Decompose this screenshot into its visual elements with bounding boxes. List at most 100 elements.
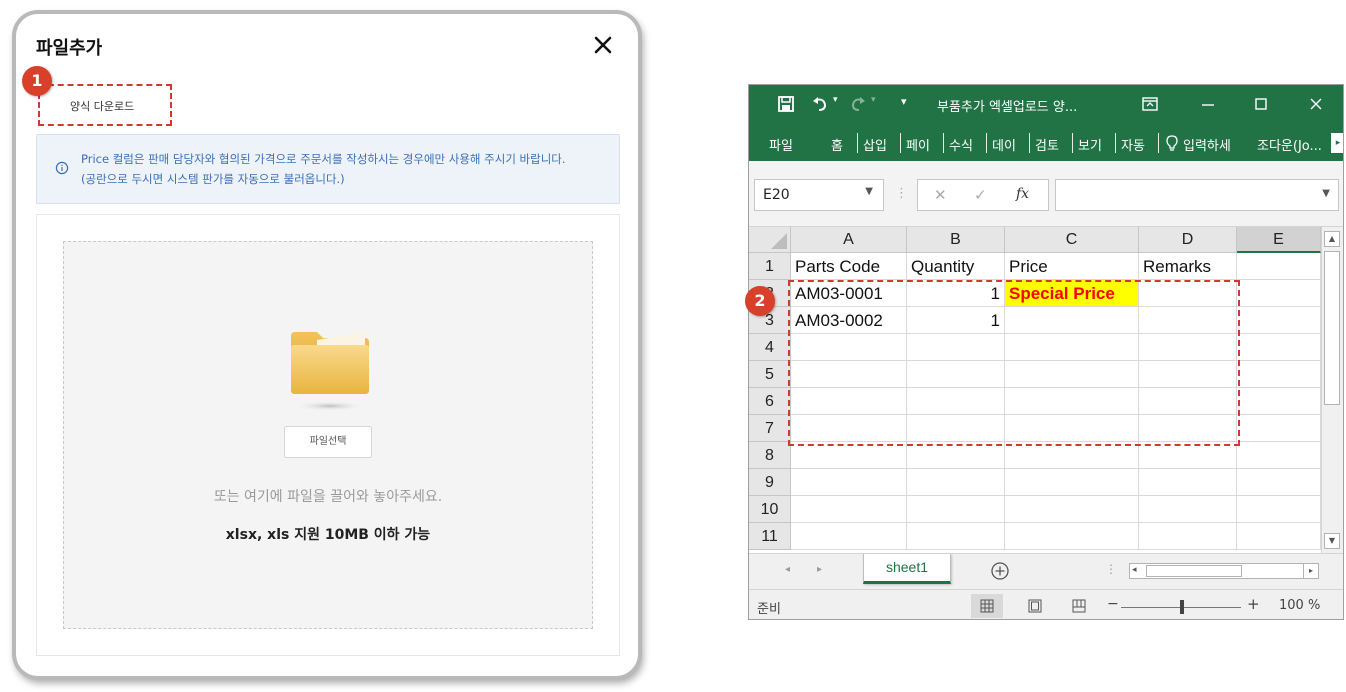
- cell-c9[interactable]: [1005, 469, 1139, 496]
- undo-icon[interactable]: [811, 95, 829, 113]
- cell-d10[interactable]: [1139, 496, 1237, 523]
- vertical-scrollbar[interactable]: ▲ ▼: [1321, 227, 1343, 553]
- cell-c1[interactable]: Price: [1005, 253, 1139, 280]
- row-header[interactable]: 1: [749, 253, 791, 280]
- cell-a9[interactable]: [791, 469, 907, 496]
- cell-b2[interactable]: 1: [907, 280, 1005, 307]
- cell-d9[interactable]: [1139, 469, 1237, 496]
- cell-e10[interactable]: [1237, 496, 1321, 523]
- tab-insert[interactable]: 삽입: [863, 135, 887, 154]
- chevron-down-icon[interactable]: ▼: [1322, 188, 1330, 199]
- scroll-up-icon[interactable]: ▲: [1324, 231, 1340, 247]
- cell-e9[interactable]: [1237, 469, 1321, 496]
- row-header[interactable]: 7: [749, 415, 791, 442]
- cell-a6[interactable]: [791, 388, 907, 415]
- cell-b1[interactable]: Quantity: [907, 253, 1005, 280]
- row-header[interactable]: 4: [749, 334, 791, 361]
- ribbon-scroll-right-icon[interactable]: ▸: [1331, 133, 1343, 153]
- tab-review[interactable]: 검토: [1035, 135, 1059, 154]
- cell-b6[interactable]: [907, 388, 1005, 415]
- cell-d8[interactable]: [1139, 442, 1237, 469]
- cell-c2[interactable]: Special Price: [1005, 280, 1139, 307]
- zoom-out-button[interactable]: −: [1107, 596, 1119, 612]
- redo-icon[interactable]: [849, 95, 867, 113]
- sheet-tab-sheet1[interactable]: sheet1: [863, 554, 951, 584]
- cell-b9[interactable]: [907, 469, 1005, 496]
- drag-handle-icon[interactable]: ⋮: [895, 186, 908, 201]
- cell-e11[interactable]: [1237, 523, 1321, 550]
- spreadsheet-grid[interactable]: A B C D E 1 2 3 4 5 6 7 8 9 10 11 Parts …: [749, 227, 1321, 553]
- zoom-in-button[interactable]: +: [1247, 595, 1260, 613]
- cell-b11[interactable]: [907, 523, 1005, 550]
- cell-c3[interactable]: [1005, 307, 1139, 334]
- select-all-corner[interactable]: [749, 227, 791, 253]
- select-file-button[interactable]: 파일선택: [284, 426, 372, 458]
- zoom-level[interactable]: 100 %: [1279, 598, 1320, 613]
- column-header-b[interactable]: B: [907, 227, 1005, 253]
- save-icon[interactable]: [777, 95, 795, 113]
- cell-a3[interactable]: AM03-0002: [791, 307, 907, 334]
- cell-b5[interactable]: [907, 361, 1005, 388]
- cell-b3[interactable]: 1: [907, 307, 1005, 334]
- row-header[interactable]: 11: [749, 523, 791, 550]
- scroll-right-icon[interactable]: ▸: [1303, 563, 1319, 579]
- undo-dropdown-icon[interactable]: ▾: [833, 95, 838, 105]
- tell-me-search[interactable]: 입력하세: [1183, 135, 1231, 154]
- cell-c6[interactable]: [1005, 388, 1139, 415]
- cell-a8[interactable]: [791, 442, 907, 469]
- cell-e2[interactable]: [1237, 280, 1321, 307]
- window-close-icon[interactable]: [1307, 95, 1325, 113]
- minimize-icon[interactable]: [1199, 95, 1217, 113]
- cell-d7[interactable]: [1139, 415, 1237, 442]
- page-layout-view-button[interactable]: [1019, 594, 1051, 618]
- row-header[interactable]: 9: [749, 469, 791, 496]
- cell-c11[interactable]: [1005, 523, 1139, 550]
- close-button[interactable]: [590, 32, 616, 58]
- sheet-next-icon[interactable]: ▸: [817, 564, 822, 575]
- cell-a11[interactable]: [791, 523, 907, 550]
- tab-home[interactable]: 홈: [831, 135, 843, 154]
- scroll-thumb[interactable]: [1324, 251, 1340, 405]
- cell-e4[interactable]: [1237, 334, 1321, 361]
- column-header-d[interactable]: D: [1139, 227, 1237, 253]
- column-header-e[interactable]: E: [1237, 227, 1321, 253]
- cell-c10[interactable]: [1005, 496, 1139, 523]
- split-handle-icon[interactable]: ⋮: [1105, 562, 1117, 576]
- name-box[interactable]: E20 ▼: [754, 179, 884, 211]
- file-dropzone[interactable]: 파일선택 또는 여기에 파일을 끌어와 놓아주세요. xlsx, xls 지원 …: [63, 241, 593, 629]
- insert-function-button[interactable]: fx: [1016, 186, 1029, 202]
- hscroll-thumb[interactable]: [1146, 565, 1242, 577]
- tab-page-layout[interactable]: 페이: [906, 135, 930, 154]
- cancel-icon[interactable]: ✕: [934, 186, 947, 204]
- ribbon-display-icon[interactable]: [1141, 95, 1159, 113]
- sheet-prev-icon[interactable]: ◂: [785, 564, 790, 575]
- cell-c7[interactable]: [1005, 415, 1139, 442]
- row-header[interactable]: 10: [749, 496, 791, 523]
- cell-d4[interactable]: [1139, 334, 1237, 361]
- cell-d2[interactable]: [1139, 280, 1237, 307]
- cell-c5[interactable]: [1005, 361, 1139, 388]
- template-download-button[interactable]: 양식 다운로드: [38, 84, 172, 126]
- cell-e5[interactable]: [1237, 361, 1321, 388]
- maximize-icon[interactable]: [1252, 95, 1270, 113]
- user-account[interactable]: 조다운(Jo...: [1257, 135, 1322, 154]
- scroll-down-icon[interactable]: ▼: [1324, 533, 1340, 549]
- row-header[interactable]: 5: [749, 361, 791, 388]
- add-sheet-icon[interactable]: [989, 560, 1011, 582]
- formula-input[interactable]: ▼: [1055, 179, 1339, 211]
- page-break-view-button[interactable]: [1063, 594, 1095, 618]
- tab-formulas[interactable]: 수식: [949, 135, 973, 154]
- tab-automate[interactable]: 자동: [1121, 135, 1145, 154]
- cell-b7[interactable]: [907, 415, 1005, 442]
- cell-a2[interactable]: AM03-0001: [791, 280, 907, 307]
- check-icon[interactable]: ✓: [974, 186, 987, 204]
- tab-file[interactable]: 파일: [769, 135, 793, 154]
- horizontal-scrollbar[interactable]: ◂: [1129, 563, 1317, 579]
- scroll-left-icon[interactable]: ◂: [1132, 565, 1137, 575]
- cell-d5[interactable]: [1139, 361, 1237, 388]
- cell-d11[interactable]: [1139, 523, 1237, 550]
- cell-d3[interactable]: [1139, 307, 1237, 334]
- column-header-a[interactable]: A: [791, 227, 907, 253]
- customize-toolbar-icon[interactable]: ▾: [901, 95, 907, 108]
- cell-d6[interactable]: [1139, 388, 1237, 415]
